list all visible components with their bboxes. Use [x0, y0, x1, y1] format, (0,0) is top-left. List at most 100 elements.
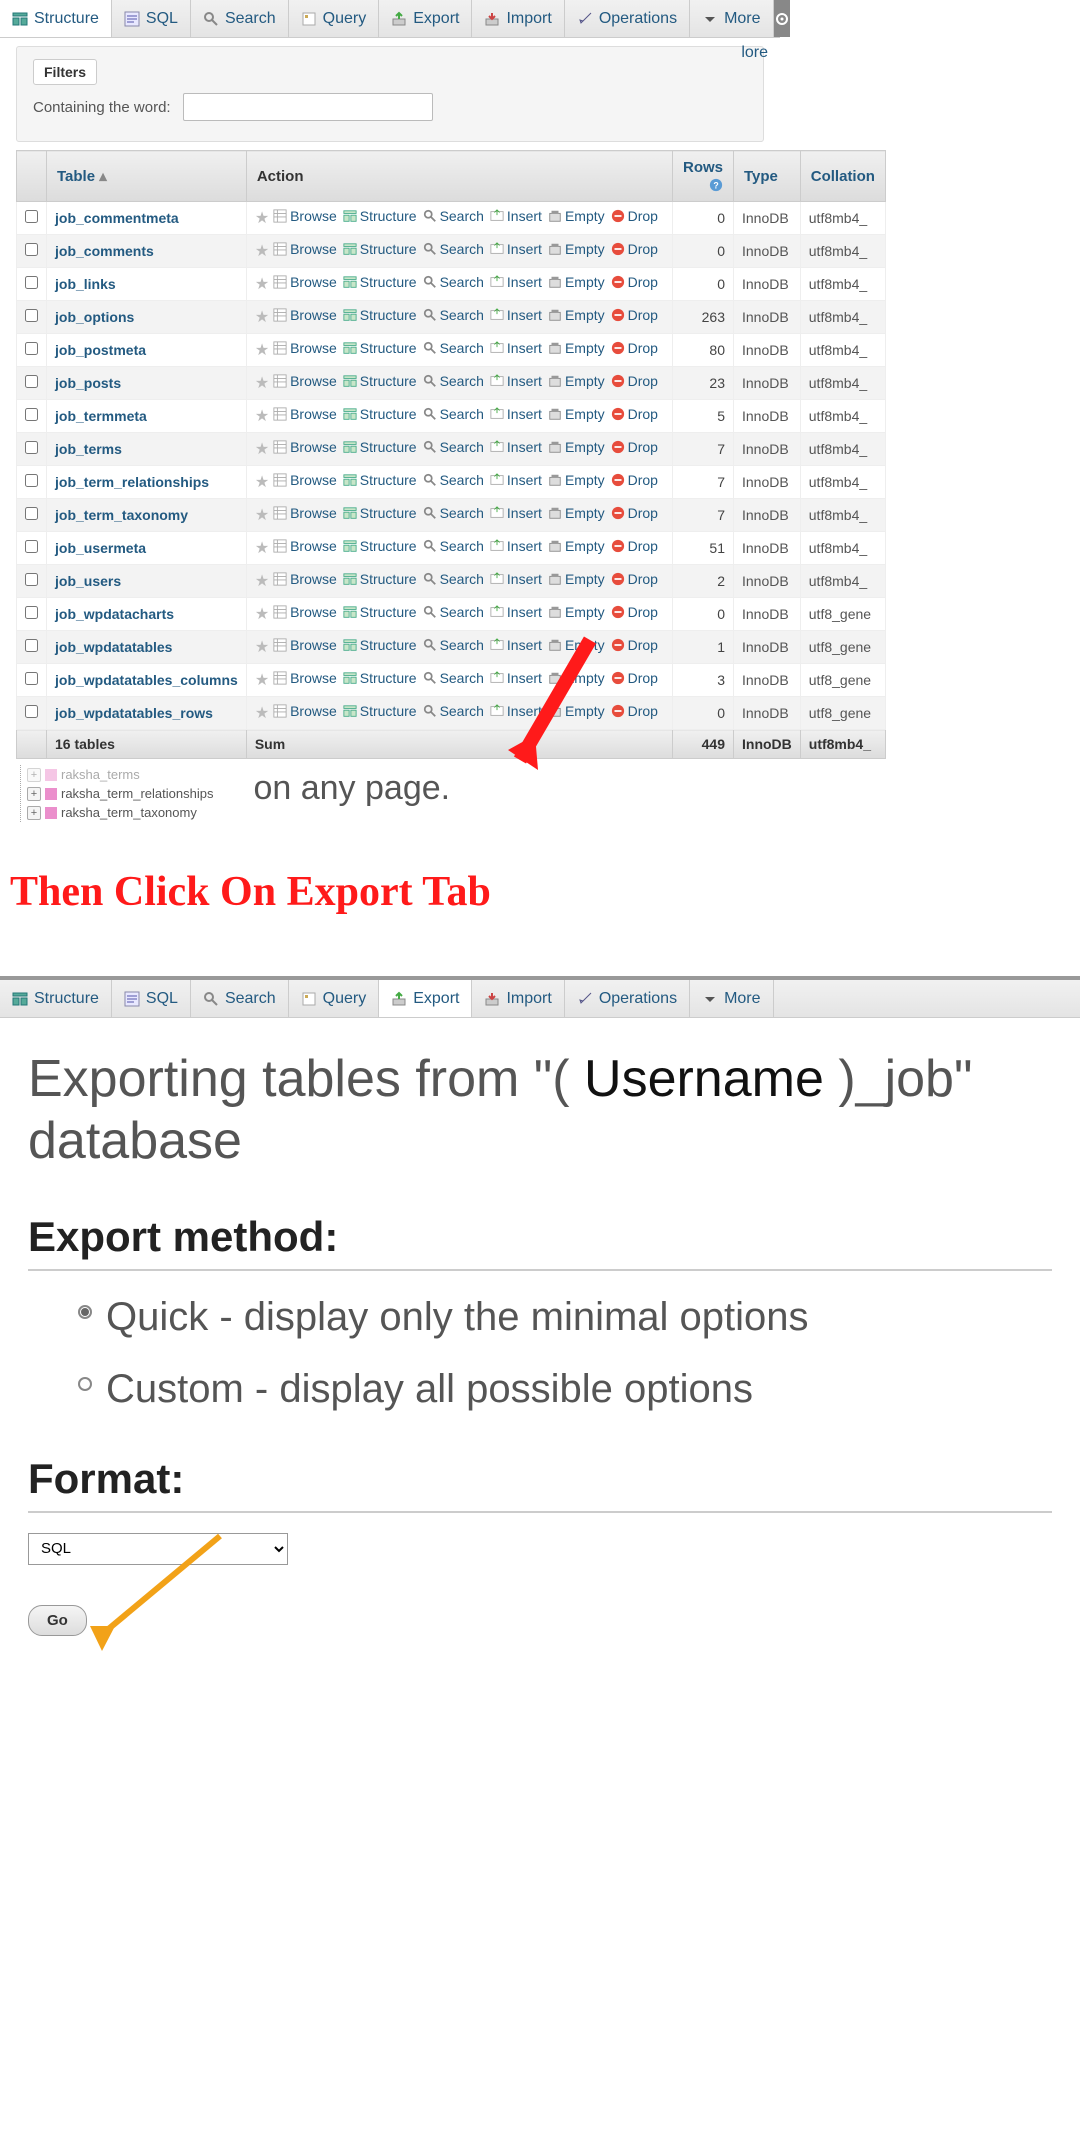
insert-link[interactable]: Insert	[490, 307, 542, 323]
browse-link[interactable]: Browse	[273, 571, 337, 587]
insert-link[interactable]: Insert	[490, 571, 542, 587]
row-checkbox[interactable]	[25, 309, 38, 322]
search-link[interactable]: Search	[423, 439, 484, 455]
browse-link[interactable]: Browse	[273, 340, 337, 356]
favorite-icon[interactable]: ★	[255, 375, 269, 392]
structure-link[interactable]: Structure	[343, 703, 417, 719]
structure-link[interactable]: Structure	[343, 538, 417, 554]
row-checkbox[interactable]	[25, 243, 38, 256]
empty-link[interactable]: Empty	[548, 340, 605, 356]
insert-link[interactable]: Insert	[490, 604, 542, 620]
structure-link[interactable]: Structure	[343, 208, 417, 224]
empty-link[interactable]: Empty	[548, 604, 605, 620]
insert-link[interactable]: Insert	[490, 439, 542, 455]
drop-link[interactable]: Drop	[611, 472, 658, 488]
table-name-link[interactable]: job_posts	[55, 375, 121, 391]
drop-link[interactable]: Drop	[611, 571, 658, 587]
drop-link[interactable]: Drop	[611, 604, 658, 620]
search-link[interactable]: Search	[423, 340, 484, 356]
favorite-icon[interactable]: ★	[255, 276, 269, 293]
tab-export[interactable]: Export	[379, 980, 472, 1017]
row-checkbox[interactable]	[25, 375, 38, 388]
tab-sql[interactable]: SQL	[112, 980, 191, 1017]
row-checkbox[interactable]	[25, 705, 38, 718]
insert-link[interactable]: Insert	[490, 472, 542, 488]
search-link[interactable]: Search	[423, 670, 484, 686]
structure-link[interactable]: Structure	[343, 505, 417, 521]
insert-link[interactable]: Insert	[490, 406, 542, 422]
favorite-icon[interactable]: ★	[255, 408, 269, 425]
structure-link[interactable]: Structure	[343, 472, 417, 488]
tab-operations[interactable]: Operations	[565, 0, 690, 37]
empty-link[interactable]: Empty	[548, 571, 605, 587]
row-checkbox[interactable]	[25, 672, 38, 685]
table-name-link[interactable]: job_options	[55, 309, 134, 325]
favorite-icon[interactable]: ★	[255, 540, 269, 557]
drop-link[interactable]: Drop	[611, 538, 658, 554]
table-name-link[interactable]: job_usermeta	[55, 540, 146, 556]
drop-link[interactable]: Drop	[611, 406, 658, 422]
drop-link[interactable]: Drop	[611, 703, 658, 719]
search-link[interactable]: Search	[423, 703, 484, 719]
table-name-link[interactable]: job_term_relationships	[55, 474, 209, 490]
row-checkbox[interactable]	[25, 639, 38, 652]
empty-link[interactable]: Empty	[548, 241, 605, 257]
tab-search[interactable]: Search	[191, 980, 289, 1017]
drop-link[interactable]: Drop	[611, 505, 658, 521]
structure-link[interactable]: Structure	[343, 604, 417, 620]
drop-link[interactable]: Drop	[611, 340, 658, 356]
search-link[interactable]: Search	[423, 637, 484, 653]
browse-link[interactable]: Browse	[273, 538, 337, 554]
favorite-icon[interactable]: ★	[255, 210, 269, 227]
export-method-custom[interactable]: Custom - display all possible options	[78, 1363, 1052, 1415]
insert-link[interactable]: Insert	[490, 505, 542, 521]
favorite-icon[interactable]: ★	[255, 606, 269, 623]
page-settings[interactable]	[774, 0, 790, 37]
empty-link[interactable]: Empty	[548, 538, 605, 554]
tab-more[interactable]: More	[690, 980, 773, 1017]
browse-link[interactable]: Browse	[273, 274, 337, 290]
insert-link[interactable]: Insert	[490, 208, 542, 224]
structure-link[interactable]: Structure	[343, 274, 417, 290]
table-name-link[interactable]: job_links	[55, 276, 116, 292]
tree-item[interactable]: +raksha_terms	[27, 765, 213, 784]
empty-link[interactable]: Empty	[548, 505, 605, 521]
drop-link[interactable]: Drop	[611, 373, 658, 389]
favorite-icon[interactable]: ★	[255, 474, 269, 491]
row-checkbox[interactable]	[25, 342, 38, 355]
col-table[interactable]: Table ▴	[47, 151, 247, 202]
table-name-link[interactable]: job_users	[55, 573, 121, 589]
tab-query[interactable]: Query	[289, 980, 380, 1017]
col-rows[interactable]: Rows?	[672, 151, 733, 202]
row-checkbox[interactable]	[25, 408, 38, 421]
favorite-icon[interactable]: ★	[255, 507, 269, 524]
insert-link[interactable]: Insert	[490, 373, 542, 389]
browse-link[interactable]: Browse	[273, 307, 337, 323]
structure-link[interactable]: Structure	[343, 241, 417, 257]
structure-link[interactable]: Structure	[343, 571, 417, 587]
search-link[interactable]: Search	[423, 208, 484, 224]
drop-link[interactable]: Drop	[611, 274, 658, 290]
search-link[interactable]: Search	[423, 241, 484, 257]
tab-import[interactable]: Import	[472, 980, 564, 1017]
insert-link[interactable]: Insert	[490, 538, 542, 554]
row-checkbox[interactable]	[25, 540, 38, 553]
drop-link[interactable]: Drop	[611, 208, 658, 224]
table-name-link[interactable]: job_wpdatatables	[55, 639, 172, 655]
tab-structure[interactable]: Structure	[0, 0, 112, 37]
favorite-icon[interactable]: ★	[255, 309, 269, 326]
browse-link[interactable]: Browse	[273, 604, 337, 620]
table-name-link[interactable]: job_wpdatatables_columns	[55, 672, 238, 688]
structure-link[interactable]: Structure	[343, 637, 417, 653]
search-link[interactable]: Search	[423, 505, 484, 521]
favorite-icon[interactable]: ★	[255, 639, 269, 656]
search-link[interactable]: Search	[423, 538, 484, 554]
browse-link[interactable]: Browse	[273, 406, 337, 422]
browse-link[interactable]: Browse	[273, 472, 337, 488]
tab-export[interactable]: Export	[379, 0, 472, 37]
empty-link[interactable]: Empty	[548, 307, 605, 323]
empty-link[interactable]: Empty	[548, 472, 605, 488]
table-name-link[interactable]: job_wpdatacharts	[55, 606, 174, 622]
structure-link[interactable]: Structure	[343, 439, 417, 455]
browse-link[interactable]: Browse	[273, 208, 337, 224]
